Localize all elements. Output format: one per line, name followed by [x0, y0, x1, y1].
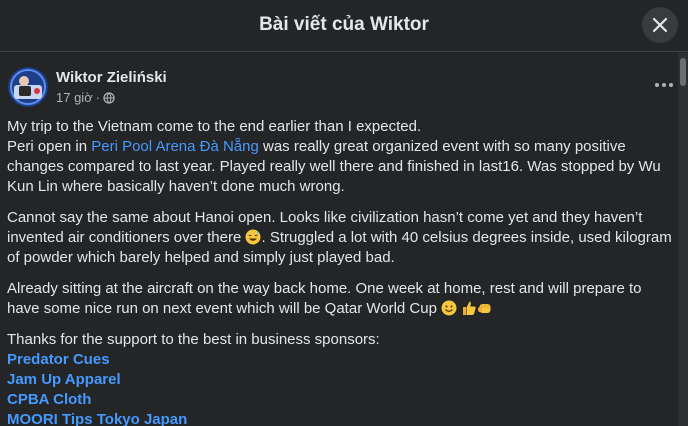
dialog-title: Bài viết của Wiktor	[259, 14, 429, 35]
scrollbar[interactable]	[678, 53, 688, 426]
author-name[interactable]: Wiktor Zieliński	[56, 69, 167, 86]
sponsors-intro: Thanks for the support to the best in bu…	[7, 331, 380, 348]
sponsor-link-moori[interactable]: MOORI Tips Tokyo Japan	[7, 410, 677, 426]
post-time[interactable]: 17 giờ	[56, 90, 93, 105]
venue-link[interactable]: Peri Pool Arena Đà Nẵng	[91, 138, 259, 155]
scrollbar-thumb[interactable]	[680, 58, 686, 86]
globe-icon	[103, 91, 115, 104]
close-icon	[652, 17, 668, 33]
post-meta: 17 giờ ·	[56, 90, 115, 105]
sweat-smile-emoji-icon	[245, 229, 261, 245]
sponsor-link-jam-up[interactable]: Jam Up Apparel	[7, 370, 677, 390]
close-button[interactable]	[642, 7, 678, 43]
sponsor-link-cpba[interactable]: CPBA Cloth	[7, 390, 677, 410]
paragraph-1-line-1: My trip to the Vietnam come to the end e…	[7, 118, 422, 135]
avatar[interactable]	[8, 67, 48, 107]
fist-emoji-icon	[478, 304, 491, 313]
paragraph-1: My trip to the Vietnam come to the end e…	[7, 117, 677, 197]
dialog-header: Bài viết của Wiktor	[0, 0, 688, 52]
paragraph-2: Cannot say the same about Hanoi open. Lo…	[7, 208, 677, 268]
paragraph-3: Already sitting at the aircraft on the w…	[7, 279, 677, 319]
more-options-button[interactable]	[650, 73, 678, 97]
paragraph-4: Thanks for the support to the best in bu…	[7, 330, 677, 426]
post-header: Wiktor Zieliński 17 giờ ·	[8, 67, 678, 111]
meta-separator: ·	[95, 90, 101, 105]
paragraph-1-prefix: Peri open in	[7, 138, 92, 155]
sponsor-link-predator[interactable]: Predator Cues	[7, 350, 677, 370]
thumbs-up-emoji-icon	[463, 301, 476, 315]
smile-emoji-icon	[441, 300, 457, 316]
post-text: My trip to the Vietnam come to the end e…	[7, 117, 677, 426]
more-dots-icon	[655, 83, 673, 87]
paragraph-3-text: Already sitting at the aircraft on the w…	[7, 280, 642, 317]
